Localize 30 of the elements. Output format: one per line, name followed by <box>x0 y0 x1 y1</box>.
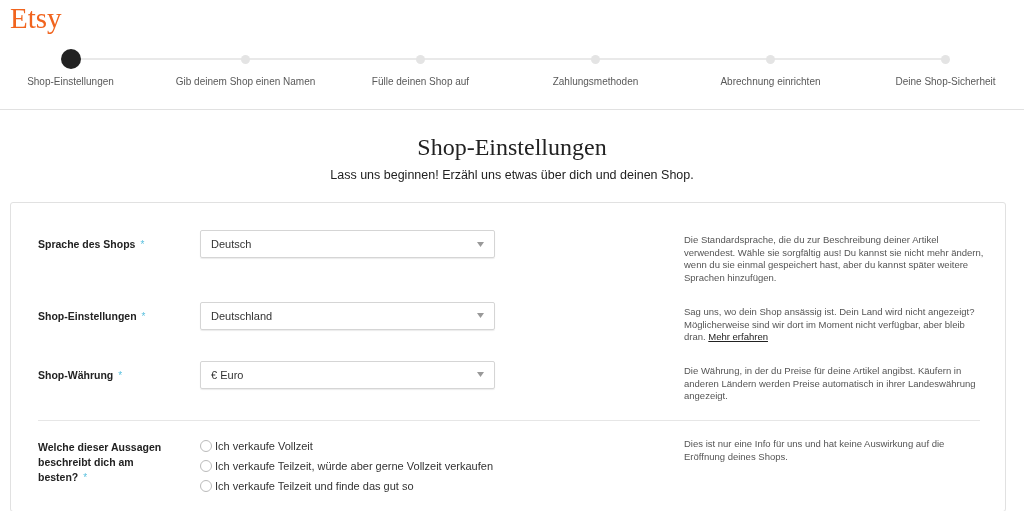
question-label: Welche dieser Aussagen beschreibt dich am besten? * <box>38 440 163 486</box>
page-title: Shop-Einstellungen <box>416 133 608 162</box>
option-label[interactable]: Ich verkaufe Teilzeit, würde aber gerne Vollzeit verkaufen <box>215 459 493 475</box>
required-mark: * <box>83 472 88 484</box>
step-label: Abrechnung einrichten <box>720 76 821 87</box>
required-mark: * <box>118 369 123 381</box>
page-subtitle: Lass uns beginnen! Erzähl uns etwas über dich und deinen Shop. <box>329 168 695 182</box>
step-label: Fülle deinen Shop auf <box>371 76 470 87</box>
caret-icon <box>477 241 484 247</box>
select-field[interactable]: Deutsch <box>200 230 495 258</box>
field-label: Shop-Einstellungen * <box>38 308 147 324</box>
required-mark: * <box>141 310 146 322</box>
select-field[interactable]: Deutschland <box>200 301 495 330</box>
help-text: Sag uns, wo dein Shop ansässig ist. Dein Land wird nicht angezeigt? Möglicherweise sind wir dort im Moment nicht verfügbar, aber bleib dran. Mehr erfahren <box>684 305 976 344</box>
option-label[interactable]: Ich verkaufe Vollzeit <box>215 439 313 455</box>
field-label: Sprache des Shops * <box>38 237 146 252</box>
caret-icon <box>477 372 484 378</box>
field-label: Shop-Währung * <box>38 367 124 383</box>
help-text: Die Währung, in der du Preise für deine Artikel angibst. Käufern in anderen Ländern werden Preise automatisch in ihrer Landeswährung angezeigt. <box>684 364 977 404</box>
step-label: Shop-Einstellungen <box>27 76 114 87</box>
step-label: Deine Shop-Sicherheit <box>895 76 996 87</box>
step-label: Gib deinem Shop einen Namen <box>175 76 316 87</box>
select-field[interactable]: € Euro <box>200 360 495 389</box>
step-label: Zahlungsmethoden <box>552 76 639 87</box>
help-text: Die Standardsprache, die du zur Beschreibung deiner Artikel verwendest. Wähle sie sorgfältig aus! Du kannst sie nicht mehr ändern, wenn du sie einmal gespeichert hast, aber du kannst später weitere Sprachen hinzufügen. <box>684 234 984 285</box>
caret-icon <box>477 313 484 319</box>
required-mark: * <box>140 239 145 250</box>
help-text: Dies ist nur eine Info für uns und hat keine Auswirkung auf die Eröffnung deines Shops. <box>684 438 946 464</box>
option-label[interactable]: Ich verkaufe Teilzeit und finde das gut so <box>215 479 414 495</box>
learn-more-link[interactable]: Mehr erfahren <box>708 331 768 343</box>
